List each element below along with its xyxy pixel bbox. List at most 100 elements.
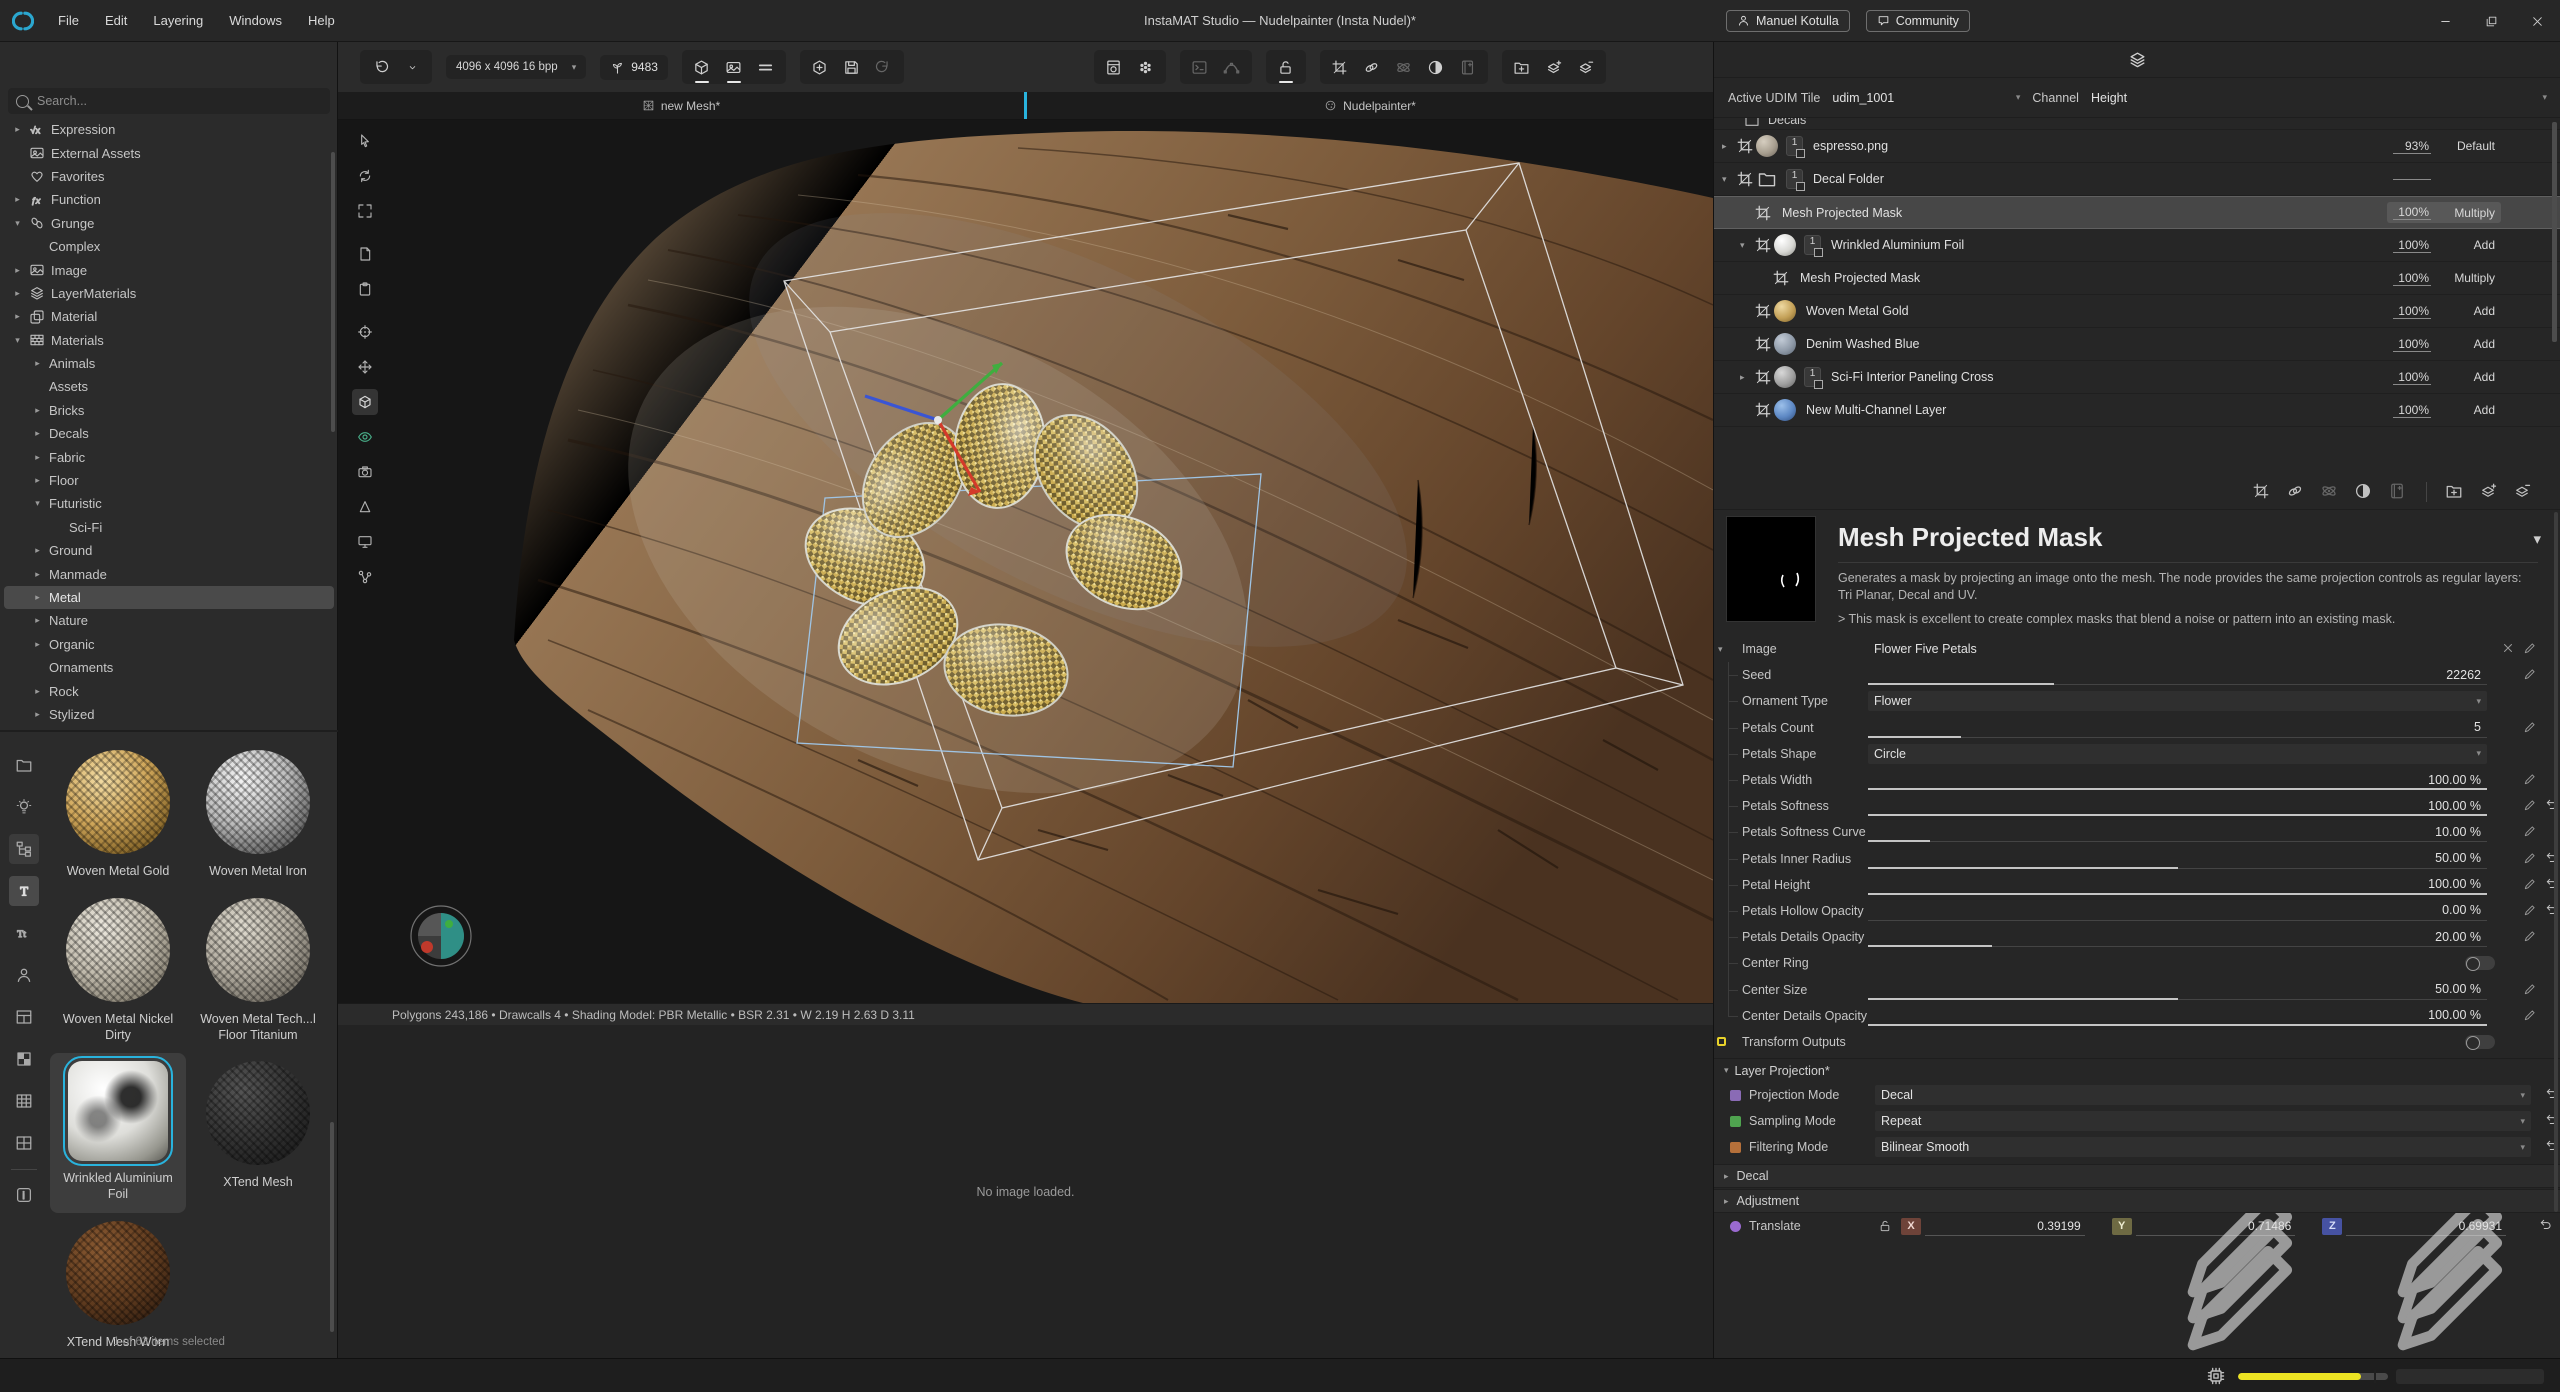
layers-panel-icon[interactable] xyxy=(2128,50,2147,69)
layer-expand-arrow[interactable] xyxy=(1722,174,1734,185)
tree-row[interactable]: Organic xyxy=(4,633,334,656)
inspector-scrollbar[interactable] xyxy=(2554,512,2558,1212)
layer-blend-mode[interactable]: Multiply xyxy=(2445,271,2495,285)
material-card[interactable]: Wrinkled Aluminium Foil xyxy=(50,1053,186,1212)
menu-item[interactable]: Layering xyxy=(143,9,213,32)
add-layer-button[interactable] xyxy=(1540,54,1568,80)
cone-icon[interactable] xyxy=(352,494,378,520)
clipboard-icon[interactable] xyxy=(352,276,378,302)
tree-row[interactable]: Decals xyxy=(4,422,334,445)
property-field[interactable]: 100.00 % ▾ xyxy=(1868,770,2487,790)
tree-expand-arrow[interactable] xyxy=(32,498,43,509)
folder-icon[interactable] xyxy=(9,750,39,780)
tree-expand-arrow[interactable] xyxy=(12,218,23,229)
tree-row[interactable]: Image xyxy=(4,258,334,281)
mesh-box-icon[interactable] xyxy=(352,389,378,415)
edit-value-icon[interactable] xyxy=(2523,929,2539,945)
info-icon[interactable] xyxy=(9,1180,39,1210)
edit-value-icon[interactable] xyxy=(2523,851,2539,867)
refresh-icon[interactable] xyxy=(352,163,378,189)
grid-alt-icon[interactable] xyxy=(9,1128,39,1158)
tree-row[interactable]: Futuristic xyxy=(4,492,334,515)
layer-expand-arrow[interactable] xyxy=(1722,141,1734,152)
layer-row[interactable]: Mesh Projected Mask 100% Multiply xyxy=(1714,196,2560,229)
tree-row[interactable]: Nature xyxy=(4,609,334,632)
tree-expand-arrow[interactable] xyxy=(32,405,43,416)
adjustment-button[interactable] xyxy=(2354,482,2374,502)
menu-item[interactable]: Edit xyxy=(95,9,137,32)
material-card[interactable]: Woven Metal Gold xyxy=(50,742,186,890)
tree-row[interactable]: Stylized xyxy=(4,703,334,726)
new-layer-button[interactable] xyxy=(2479,482,2499,502)
layer-opacity[interactable]: 100% xyxy=(2393,238,2431,253)
layer-expand-arrow[interactable] xyxy=(1740,240,1752,251)
udim-select[interactable]: udim_1001▾ xyxy=(1832,91,2020,105)
property-field[interactable]: 20.00 % ▾ xyxy=(1868,927,2487,947)
edit-value-icon[interactable] xyxy=(2523,877,2539,893)
ideas-icon[interactable] xyxy=(9,792,39,822)
visibility-icon[interactable] xyxy=(352,424,378,450)
toggle-switch[interactable] xyxy=(2465,956,2495,970)
tree-expand-arrow[interactable] xyxy=(32,475,43,486)
mode-select[interactable]: Decal ▾ xyxy=(1875,1085,2531,1105)
tree-row[interactable]: Metal xyxy=(4,586,334,609)
move-icon[interactable] xyxy=(352,354,378,380)
property-field[interactable]: 10.00 % ▾ xyxy=(1868,822,2487,842)
property-field[interactable]: Flower ▾ xyxy=(1868,691,2487,711)
edit-value-icon[interactable] xyxy=(2303,1220,2316,1233)
tree-row[interactable]: Favorites xyxy=(4,165,334,188)
edit-value-icon[interactable] xyxy=(2523,720,2539,736)
delete-layer-button[interactable] xyxy=(2513,482,2533,502)
restore-button[interactable] xyxy=(2468,0,2514,42)
tree-row[interactable]: Manmade xyxy=(4,562,334,585)
select-cursor-icon[interactable] xyxy=(352,128,378,154)
tree-row[interactable]: Expression xyxy=(4,118,334,141)
monitor-icon[interactable] xyxy=(352,529,378,555)
edit-value-icon[interactable] xyxy=(2523,667,2539,683)
x-value-field[interactable]: 0.39199 xyxy=(1925,1217,2085,1236)
tree-expand-arrow[interactable] xyxy=(32,428,43,439)
mode-select[interactable]: Bilinear Smooth ▾ xyxy=(1875,1137,2531,1157)
reset-value-icon[interactable] xyxy=(2539,1218,2555,1234)
tree-expand-arrow[interactable] xyxy=(32,639,43,650)
mask-crop-button[interactable] xyxy=(2252,482,2272,502)
menu-item[interactable]: File xyxy=(48,9,89,32)
menu-item[interactable]: Help xyxy=(298,9,345,32)
text-small-icon[interactable] xyxy=(9,918,39,948)
material-card[interactable]: Woven Metal Iron xyxy=(190,742,326,890)
text-large-icon[interactable] xyxy=(9,876,39,906)
y-value-field[interactable]: 0.71486 xyxy=(2136,1217,2296,1236)
layer-projection-header[interactable]: ▾ Layer Projection* xyxy=(1714,1058,2560,1082)
tree-expand-arrow[interactable] xyxy=(12,194,23,205)
layer-opacity[interactable]: 100% xyxy=(2393,403,2431,418)
tree-row[interactable]: Animals xyxy=(4,352,334,375)
material-card[interactable]: XTend Mesh xyxy=(190,1053,326,1212)
layer-opacity[interactable]: 100% xyxy=(2393,205,2431,220)
layer-opacity[interactable]: 100% xyxy=(2393,304,2431,319)
layer-blend-mode[interactable]: Add xyxy=(2445,304,2495,318)
physics-layer-button[interactable] xyxy=(2320,482,2340,502)
layer-row[interactable]: 1 Decal Folder xyxy=(1714,163,2560,196)
property-field[interactable]: 100.00 % ▾ xyxy=(1868,1006,2487,1026)
tree-row[interactable]: Material xyxy=(4,305,334,328)
layer-blend-mode[interactable]: Add xyxy=(2445,370,2495,384)
console-button[interactable] xyxy=(1186,54,1214,80)
seed-control[interactable]: 9483 xyxy=(600,55,668,80)
tree-expand-arrow[interactable] xyxy=(32,358,43,369)
layer-blend-mode[interactable]: Multiply xyxy=(2445,206,2495,220)
tree-row[interactable]: Ground xyxy=(4,539,334,562)
layer-opacity[interactable] xyxy=(2393,179,2431,180)
tab-new-mesh[interactable]: new Mesh* xyxy=(338,92,1024,119)
tree-row[interactable]: Ornaments xyxy=(4,656,334,679)
property-field[interactable]: 50.00 % ▾ xyxy=(1868,849,2487,869)
link-layer-button[interactable] xyxy=(2286,482,2306,502)
add-folder-button[interactable] xyxy=(1508,54,1536,80)
edit-value-icon[interactable] xyxy=(2093,1220,2106,1233)
tree-row[interactable]: Grunge xyxy=(4,212,334,235)
person-icon[interactable] xyxy=(9,960,39,990)
edit-value-icon[interactable] xyxy=(2523,982,2539,998)
tree-row[interactable]: LayerMaterials xyxy=(4,282,334,305)
close-button[interactable] xyxy=(2514,0,2560,42)
resolution-select[interactable]: 4096 x 4096 16 bpp ▾ xyxy=(446,55,586,79)
z-value-field[interactable]: 0.69931 xyxy=(2346,1217,2506,1236)
